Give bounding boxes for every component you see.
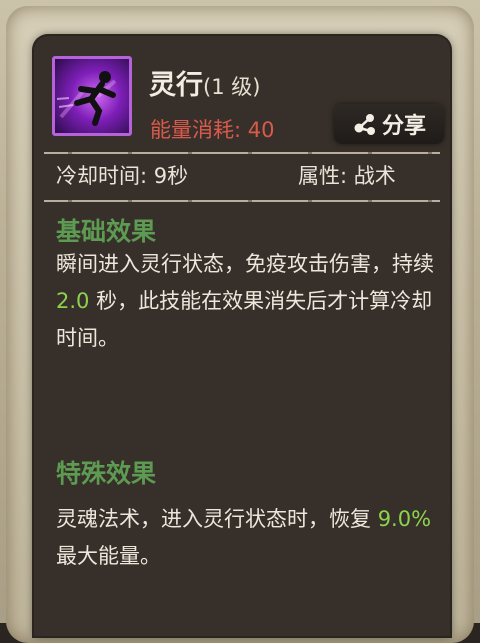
energy-cost-label: 能量消耗: <box>150 118 248 142</box>
attribute-info: 属性: 战术 <box>298 164 396 188</box>
special-effect-text: 灵魂法术，进入灵行状态时，恢复 9.0% 最大能量。 <box>56 501 441 575</box>
energy-cost: 能量消耗: 40 <box>150 114 275 144</box>
skill-title: 灵行(1 级) <box>149 63 260 102</box>
special-effect-title: 特殊效果 <box>56 459 157 488</box>
special-effect-text-2: 最大能量。 <box>56 544 161 568</box>
basic-effect-title: 基础效果 <box>56 217 157 246</box>
basic-effect-text: 瞬间进入灵行状态，免疫攻击伤害，持续 2.0 秒，此技能在效果消失后才计算冷却时… <box>56 246 441 357</box>
running-figure-icon <box>52 56 132 136</box>
basic-effect-duration: 2.0 <box>56 289 90 313</box>
special-effect-text-1: 灵魂法术，进入灵行状态时，恢复 <box>56 507 378 531</box>
cooldown-info: 冷却时间: 9秒 <box>56 164 189 188</box>
share-icon <box>354 114 375 135</box>
basic-effect-text-2: 秒，此技能在效果消失后才计算冷却时间。 <box>56 289 433 350</box>
skill-level: (1 级) <box>203 75 261 99</box>
skill-name: 灵行 <box>149 70 203 101</box>
skill-detail-panel: 灵行(1 级) 能量消耗: 40 分享 冷却时间: 9秒 属性: 战术 基础效果… <box>34 36 450 636</box>
share-label: 分享 <box>381 114 426 139</box>
special-effect-amount: 9.0% <box>377 507 432 531</box>
share-button[interactable]: 分享 <box>334 104 444 144</box>
energy-cost-value: 40 <box>247 118 275 142</box>
basic-effect-text-1: 瞬间进入灵行状态，免疫攻击伤害，持续 <box>56 252 434 276</box>
divider-top <box>44 152 440 154</box>
divider-bottom <box>44 200 440 202</box>
